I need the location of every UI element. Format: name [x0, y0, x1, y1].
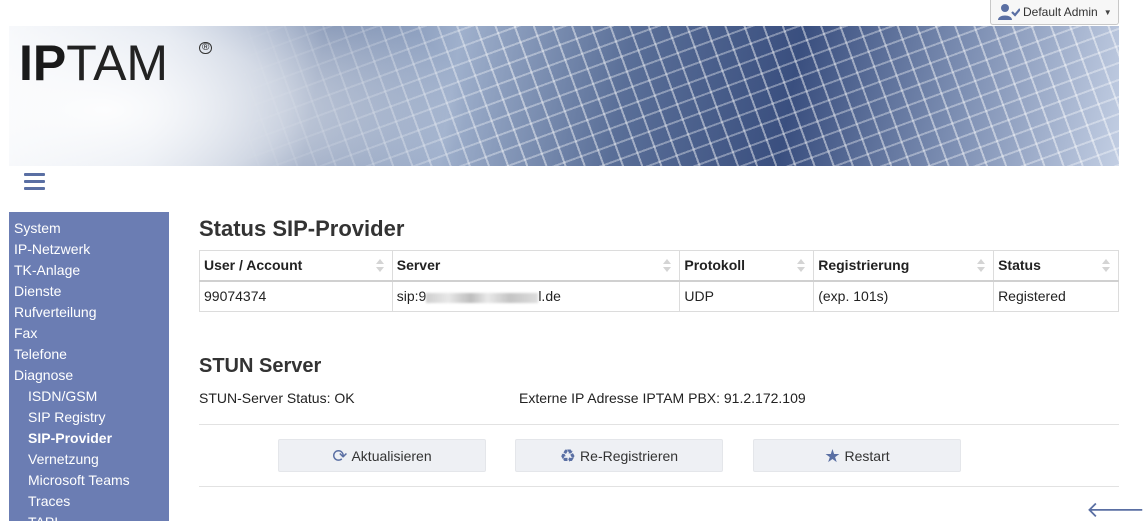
stun-section-title: STUN Server — [199, 355, 322, 377]
sidebar-nav: System IP-Netzwerk TK-Anlage Dienste Rufvert… — [9, 212, 169, 521]
header-banner: IPTAM ® — [9, 26, 1119, 166]
user-name: Default Admin — [1023, 5, 1098, 19]
sort-icon — [1102, 259, 1110, 273]
sidebar-item-microsoft-teams[interactable]: Microsoft Teams — [9, 470, 169, 491]
sidebar-item-traces[interactable]: Traces — [9, 491, 169, 512]
chevron-down-icon: ▼ — [1103, 7, 1112, 17]
page-title: Status SIP-Provider — [199, 216, 405, 241]
iptam-logo[interactable]: IPTAM ® — [19, 38, 213, 88]
divider — [199, 486, 1119, 487]
sort-icon — [977, 259, 986, 273]
sidebar-item-tk-anlage[interactable]: TK-Anlage — [9, 260, 169, 281]
column-header-registration[interactable]: Registrierung — [813, 250, 995, 282]
reregister-button[interactable]: ♻ Re-Registrieren — [515, 439, 723, 472]
user-check-icon — [998, 3, 1021, 21]
column-header-status[interactable]: Status — [993, 250, 1119, 282]
sidebar-item-dienste[interactable]: Dienste — [9, 281, 169, 302]
sidebar-item-telefone[interactable]: Telefone — [9, 344, 169, 365]
sidebar-item-rufverteilung[interactable]: Rufverteilung — [9, 302, 169, 323]
sidebar-item-vernetzung[interactable]: Vernetzung — [9, 449, 169, 470]
redacted-text — [426, 292, 539, 303]
cell-protocol: UDP — [679, 280, 815, 312]
sidebar-item-sip-provider[interactable]: SIP-Provider — [9, 428, 169, 449]
sidebar-item-diagnose[interactable]: Diagnose — [9, 365, 169, 386]
refresh-button[interactable]: ⟳ Aktualisieren — [278, 439, 486, 472]
sidebar-item-system[interactable]: System — [9, 218, 169, 239]
divider — [199, 424, 1119, 425]
recycle-icon: ♻ — [559, 445, 577, 466]
column-header-server[interactable]: Server — [391, 250, 681, 282]
cell-account: 99074374 — [199, 280, 393, 312]
cell-registration: (exp. 101s) — [813, 280, 995, 312]
sort-icon — [375, 259, 384, 273]
sidebar-item-ip-netzwerk[interactable]: IP-Netzwerk — [9, 239, 169, 260]
table-header-row: User / Account Server Protokoll Registri… — [199, 250, 1119, 282]
cell-server: sip:9 l.de — [391, 280, 681, 312]
sort-icon — [797, 259, 806, 273]
stun-status: STUN-Server Status: OK — [199, 390, 355, 406]
restart-button[interactable]: ★ Restart — [753, 439, 961, 472]
back-arrow-icon[interactable]: 🡐 — [1086, 499, 1144, 521]
column-header-protocol[interactable]: Protokoll — [679, 250, 815, 282]
cell-status: Registered — [993, 280, 1119, 312]
menu-toggle-icon[interactable] — [24, 173, 45, 191]
column-header-account[interactable]: User / Account — [199, 250, 393, 282]
sidebar-item-sip-registry[interactable]: SIP Registry — [9, 407, 169, 428]
table-row: 99074374 sip:9 l.de UDP (exp. 101s) Regis… — [199, 280, 1119, 312]
external-ip: Externe IP Adresse IPTAM PBX: 91.2.172.1… — [519, 390, 806, 406]
main-content: Status SIP-Provider User / Account Serve… — [199, 212, 1119, 487]
sort-icon — [663, 259, 672, 273]
refresh-icon: ⟳ — [332, 445, 348, 466]
sidebar-item-isdn-gsm[interactable]: ISDN/GSM — [9, 386, 169, 407]
user-menu-button[interactable]: Default Admin ▼ — [990, 0, 1119, 25]
sip-provider-table: User / Account Server Protokoll Registri… — [199, 250, 1119, 312]
star-icon: ★ — [824, 445, 841, 466]
sidebar-item-fax[interactable]: Fax — [9, 323, 169, 344]
sidebar-item-tapi[interactable]: TAPI — [9, 512, 169, 521]
